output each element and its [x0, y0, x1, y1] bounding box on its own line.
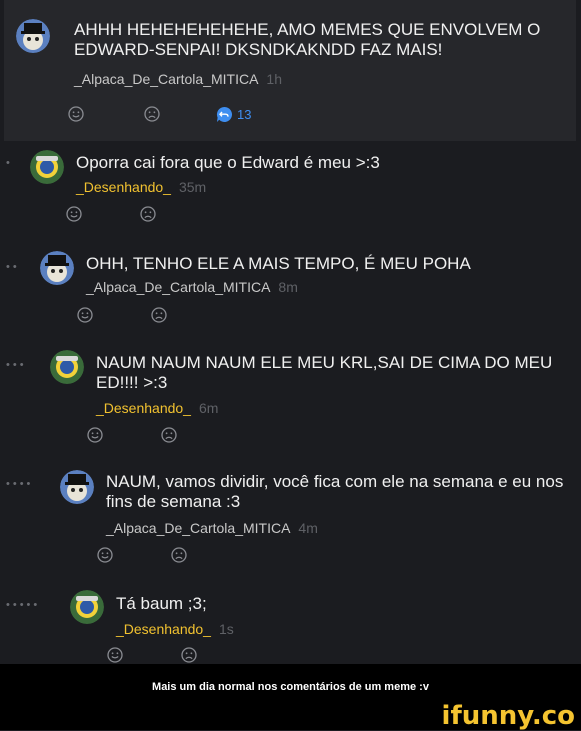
username[interactable]: _Alpaca_De_Cartola_MITICA — [106, 520, 290, 536]
frown-icon[interactable] — [171, 547, 187, 563]
frown-icon[interactable] — [144, 106, 160, 122]
comment-text: AHHH HEHEHEHEHEHE, AMO MEMES QUE ENVOLVE… — [74, 20, 541, 59]
timestamp: 4m — [298, 520, 318, 536]
username[interactable]: _Desenhando_ — [96, 400, 191, 416]
timestamp: 6m — [198, 400, 219, 416]
comment-meta: _Alpaca_De_Cartola_MITICA 1h — [74, 71, 282, 87]
reply-bubble-icon — [216, 106, 233, 122]
caption-text: Mais um dia normal nos comentários de um… — [152, 681, 429, 693]
timestamp: 35m — [178, 179, 207, 195]
comment-text: NAUM, vamos dividir, você fica com ele n… — [106, 472, 564, 511]
frown-icon[interactable] — [140, 206, 156, 222]
comment-thread: AHHH HEHEHEHEHEHE, AMO MEMES QUE ENVOLVE… — [0, 0, 581, 664]
thread-depth-dots: •••• — [6, 478, 34, 490]
username[interactable]: _Alpaca_De_Cartola_MITICA — [86, 279, 270, 295]
comment-text: OHH, TENHO ELE A MAIS TEMPO, É MEU POHA — [86, 254, 471, 273]
comment-text: NAUM NAUM NAUM ELE MEU KRL,SAI DE CIMA D… — [96, 353, 553, 392]
comment-meta: _Alpaca_De_Cartola_MITICA 4m — [106, 520, 318, 536]
thread-depth-dots: ••••• — [6, 599, 41, 611]
avatar-alpaca[interactable] — [60, 470, 94, 504]
smile-icon[interactable] — [107, 647, 123, 663]
smile-icon[interactable] — [68, 106, 84, 122]
frown-icon[interactable] — [151, 307, 167, 323]
frown-icon[interactable] — [161, 427, 177, 443]
avatar-alpaca[interactable] — [40, 251, 74, 285]
thread-depth-dots: • — [6, 157, 13, 169]
avatar-desenhando[interactable] — [50, 350, 84, 384]
comment-meta: _Desenhando_ 6m — [96, 400, 218, 416]
timestamp: 1s — [218, 621, 234, 637]
comment-meta: _Desenhando_ 1s — [116, 621, 234, 637]
comment-meta: _Alpaca_De_Cartola_MITICA 8m — [86, 279, 298, 295]
thread-depth-dots: ••• — [6, 359, 27, 371]
smile-icon[interactable] — [87, 427, 103, 443]
timestamp: 8m — [278, 279, 298, 295]
timestamp: 1h — [266, 71, 282, 87]
comment-text: Oporra cai fora que o Edward é meu >:3 — [76, 153, 380, 172]
avatar-desenhando[interactable] — [70, 590, 104, 624]
thread-depth-dots: •• — [6, 261, 20, 273]
smile-icon[interactable] — [77, 307, 93, 323]
comment-meta: _Desenhando_ 35m — [76, 179, 206, 195]
username[interactable]: _Alpaca_De_Cartola_MITICA — [74, 71, 258, 87]
avatar-alpaca[interactable] — [16, 19, 50, 53]
frown-icon[interactable] — [181, 647, 197, 663]
username[interactable]: _Desenhando_ — [116, 621, 211, 637]
root-comment: AHHH HEHEHEHEHEHE, AMO MEMES QUE ENVOLVE… — [4, 0, 576, 141]
ifunny-watermark: ifunny.co — [441, 701, 575, 731]
comment-text: Tá baum ;3; — [116, 594, 207, 613]
avatar-desenhando[interactable] — [30, 150, 64, 184]
reply-count-button[interactable]: 13 — [216, 106, 251, 123]
reply-count: 13 — [237, 107, 252, 122]
smile-icon[interactable] — [97, 547, 113, 563]
smile-icon[interactable] — [66, 206, 82, 222]
username[interactable]: _Desenhando_ — [76, 179, 171, 195]
